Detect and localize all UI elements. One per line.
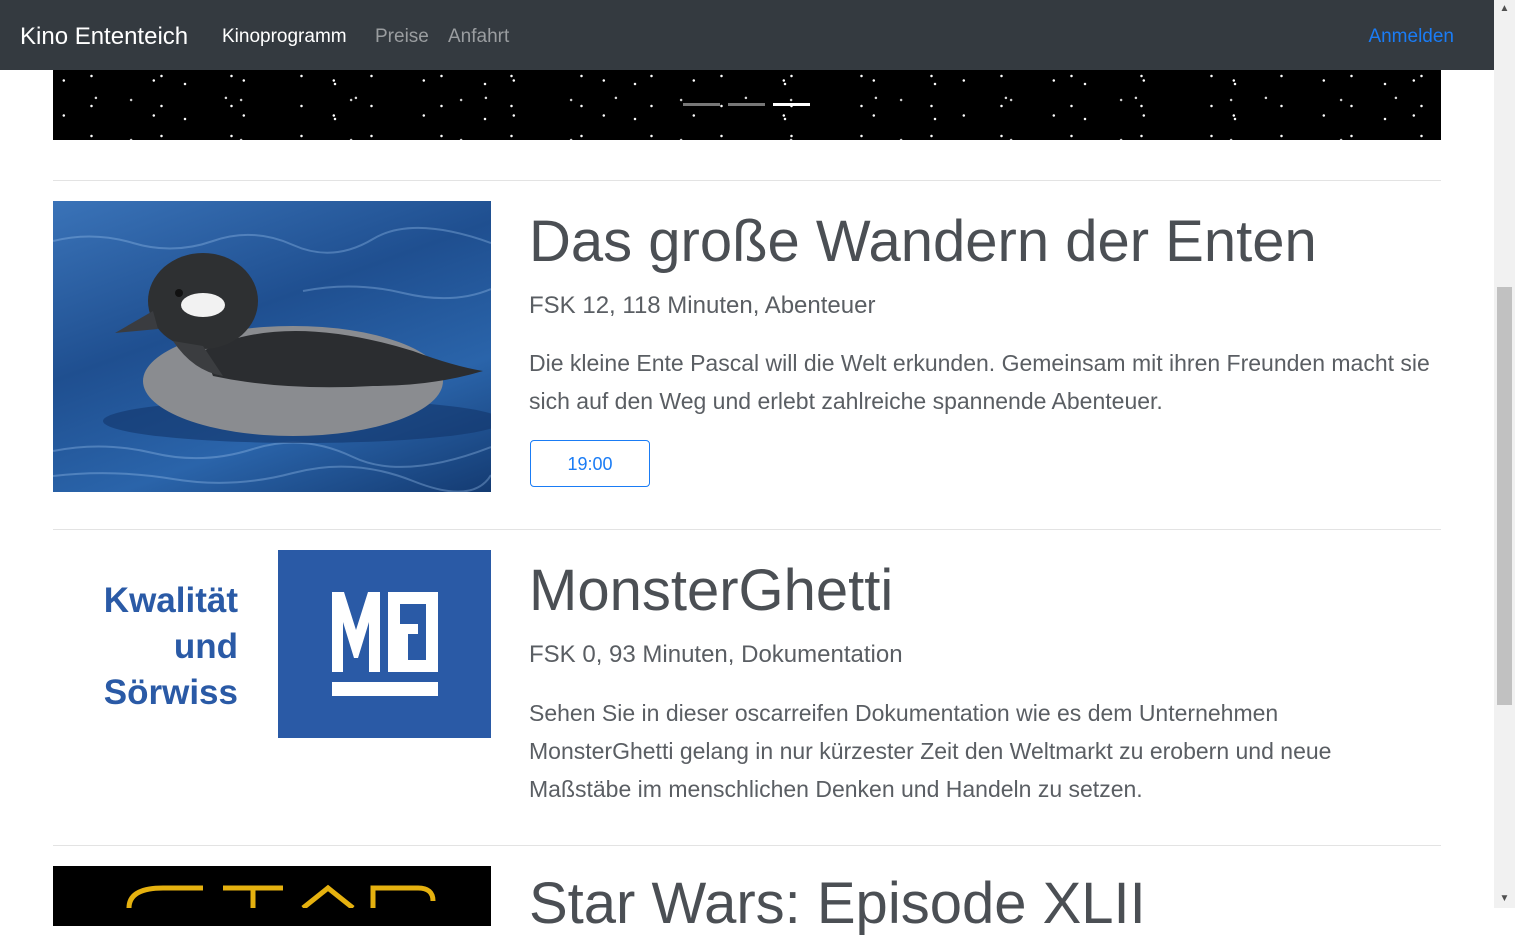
brand-logo[interactable]: Kino Ententeich xyxy=(20,20,188,54)
section-divider xyxy=(53,529,1441,530)
movie-meta: FSK 12, 118 Minuten, Abenteuer xyxy=(529,292,876,319)
login-link[interactable]: Anmelden xyxy=(1368,24,1454,50)
movie-title: Star Wars: Episode XLII xyxy=(529,871,1146,936)
page-scrollbar[interactable]: ▲ ▼ xyxy=(1494,0,1515,908)
movie-meta: FSK 0, 93 Minuten, Dokumentation xyxy=(529,641,903,668)
duck-icon xyxy=(53,227,491,492)
movie-description: Sehen Sie in dieser oscarreifen Dokument… xyxy=(529,700,1332,802)
star-wars-logo-icon xyxy=(126,884,436,910)
movie-poster-monsterghetti[interactable]: Kwalität und Sörwiss xyxy=(53,550,491,738)
section-divider xyxy=(53,180,1441,181)
section-divider xyxy=(53,845,1441,846)
scroll-down-icon[interactable]: ▼ xyxy=(1494,890,1515,908)
top-navbar: Kino Ententeich Kinoprogramm Preise Anfa… xyxy=(0,0,1494,70)
showtime-button[interactable]: 19:00 xyxy=(530,440,650,487)
scroll-up-icon[interactable]: ▲ xyxy=(1494,0,1515,18)
nav-link-kinoprogramm[interactable]: Kinoprogramm xyxy=(222,24,347,50)
logo-slogan: Kwalität und Sörwiss xyxy=(103,581,238,712)
movie-title: MonsterGhetti xyxy=(529,558,894,623)
carousel-indicator[interactable] xyxy=(728,103,765,106)
mg-logo-icon xyxy=(278,550,491,738)
nav-link-anfahrt[interactable]: Anfahrt xyxy=(448,24,509,50)
carousel-banner xyxy=(53,70,1441,140)
carousel-indicator-active[interactable] xyxy=(773,103,810,106)
nav-link-preise[interactable]: Preise xyxy=(375,24,429,50)
movie-title: Das große Wandern der Enten xyxy=(529,209,1317,274)
movie-poster-star-wars[interactable] xyxy=(53,866,491,926)
carousel-indicator[interactable] xyxy=(683,103,720,106)
movie-poster-duck[interactable] xyxy=(53,201,491,492)
movie-description: Die kleine Ente Pascal will die Welt erk… xyxy=(529,350,1430,414)
scrollbar-thumb[interactable] xyxy=(1497,287,1512,705)
